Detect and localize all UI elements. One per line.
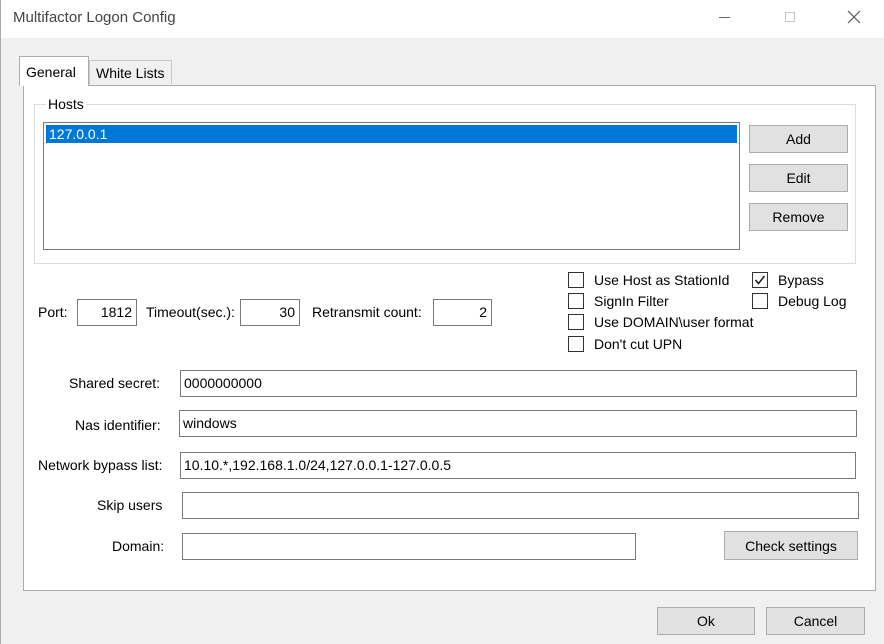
shared-secret-input[interactable]: 0000000000	[180, 370, 857, 397]
check-settings-button[interactable]: Check settings	[724, 531, 858, 560]
checkbox-box[interactable]	[568, 336, 584, 352]
use-host-stationid-checkbox[interactable]: Use Host as StationId	[568, 272, 729, 288]
ok-button[interactable]: Ok	[657, 607, 755, 635]
skip-users-label: Skip users	[97, 497, 163, 513]
minimize-button[interactable]	[701, 0, 747, 34]
edit-host-button[interactable]: Edit	[749, 164, 848, 192]
timeout-label: Timeout(sec.):	[146, 304, 235, 320]
add-host-button[interactable]: Add	[749, 125, 848, 153]
cancel-button[interactable]: Cancel	[766, 607, 865, 635]
checkbox-box[interactable]	[752, 293, 768, 309]
debug-log-checkbox[interactable]: Debug Log	[752, 293, 847, 309]
checkbox-box[interactable]	[568, 314, 584, 330]
checkbox-box[interactable]	[568, 293, 584, 309]
bypass-checkbox[interactable]: Bypass	[752, 272, 824, 288]
checkbox-label: Use Host as StationId	[594, 272, 730, 288]
window-title: Multifactor Logon Config	[13, 9, 176, 26]
use-domain-user-format-checkbox[interactable]: Use DOMAIN\user format	[568, 314, 753, 330]
retransmit-input[interactable]: 2	[433, 299, 492, 326]
close-icon	[847, 10, 861, 24]
skip-users-input[interactable]	[182, 492, 859, 519]
title-bar: Multifactor Logon Config	[1, 0, 884, 38]
hosts-group-label: Hosts	[46, 96, 86, 112]
checkbox-label: SignIn Filter	[594, 293, 669, 309]
port-input[interactable]: 1812	[77, 299, 137, 326]
tab-general[interactable]: General	[19, 56, 89, 86]
domain-label: Domain:	[112, 538, 165, 554]
nas-identifier-label: Nas identifier:	[75, 417, 161, 433]
port-label: Port:	[38, 304, 68, 320]
maximize-button[interactable]	[767, 0, 813, 34]
nas-identifier-input[interactable]: windows	[179, 410, 857, 437]
network-bypass-input[interactable]: 10.10.*,192.168.1.0/24,127.0.0.1-127.0.0…	[180, 452, 856, 479]
checkbox-label: Debug Log	[778, 293, 847, 309]
remove-host-button[interactable]: Remove	[749, 203, 848, 231]
signin-filter-checkbox[interactable]: SignIn Filter	[568, 293, 669, 309]
timeout-input[interactable]: 30	[240, 299, 300, 326]
shared-secret-label: Shared secret:	[69, 375, 161, 391]
checkbox-label: Bypass	[778, 272, 824, 288]
dont-cut-upn-checkbox[interactable]: Don't cut UPN	[568, 336, 682, 352]
network-bypass-label: Network bypass list:	[38, 457, 163, 473]
minimize-icon	[718, 16, 730, 18]
tab-white-lists[interactable]: White Lists	[89, 60, 172, 84]
domain-input[interactable]	[182, 533, 636, 560]
checkmark-icon	[754, 275, 766, 285]
host-list-item[interactable]: 127.0.0.1	[46, 125, 737, 143]
checkbox-box[interactable]	[568, 272, 584, 288]
checkbox-label: Don't cut UPN	[594, 336, 683, 352]
close-button[interactable]	[831, 0, 877, 34]
maximize-icon	[785, 12, 795, 22]
checkbox-label: Use DOMAIN\user format	[594, 314, 754, 330]
hosts-listbox[interactable]: 127.0.0.1	[43, 122, 740, 250]
retransmit-label: Retransmit count:	[312, 304, 422, 320]
checkbox-box[interactable]	[752, 272, 768, 288]
dialog-window: Multifactor Logon Config General White L…	[0, 0, 884, 644]
